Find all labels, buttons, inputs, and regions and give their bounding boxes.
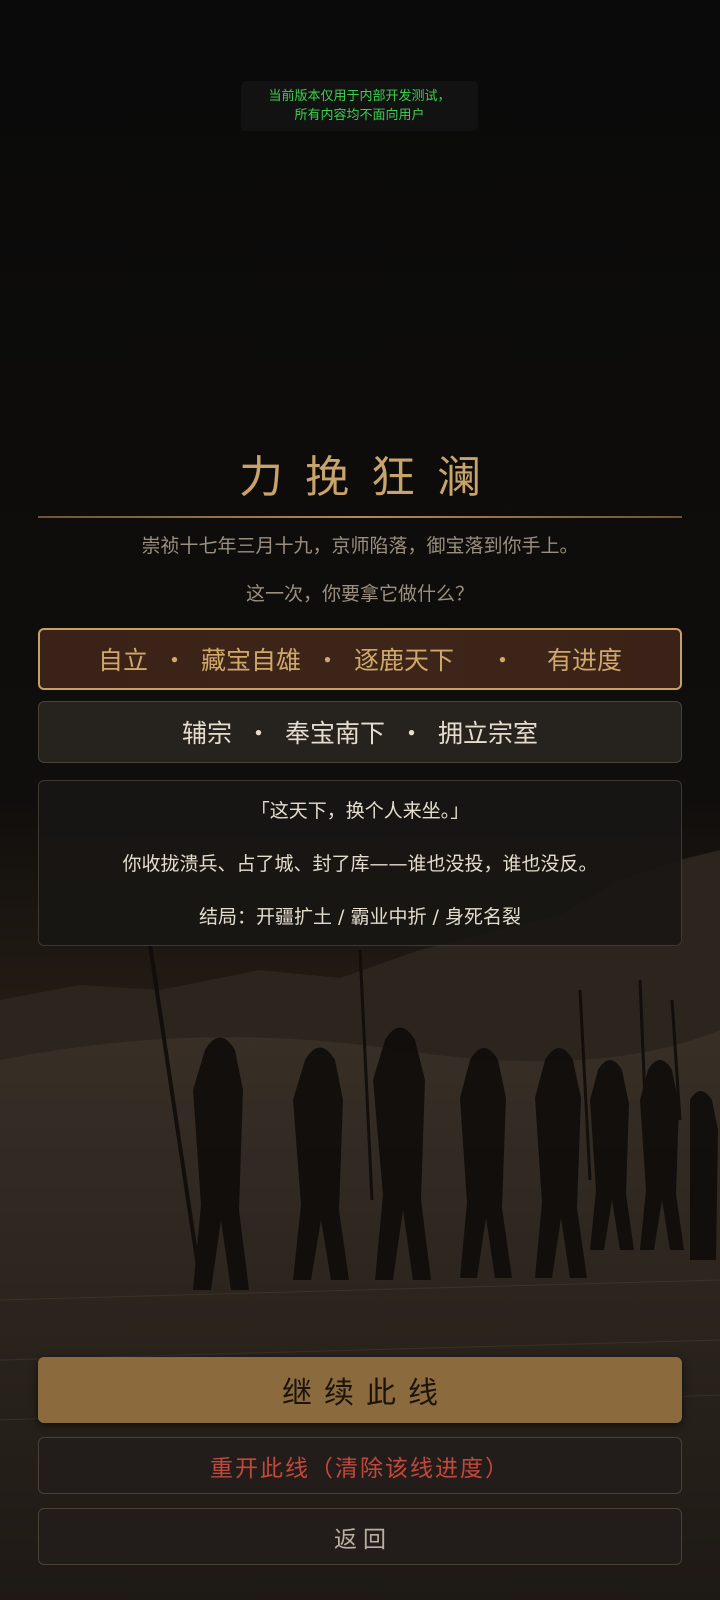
route-label-part: 拥立宗室 [438, 719, 539, 748]
route-label-part: 藏宝自雄 [200, 646, 301, 675]
dev-notice-banner: 当前版本仅用于内部开发测试， 所有内容均不面向用户 [241, 81, 478, 131]
route-label-part: 奉宝南下 [284, 719, 385, 748]
route-quote: 「这天下，换个人来坐。」 [250, 800, 470, 822]
separator-dot: ・ [314, 646, 340, 675]
route-label-part: 自立 [97, 646, 148, 675]
route-detail-panel: 「这天下，换个人来坐。」 你收拢溃兵、占了城、封了库——谁也没投，谁也没反。 结… [38, 780, 682, 946]
restart-route-button[interactable]: 重开此线（清除该线进度） [38, 1437, 682, 1494]
title-divider [38, 516, 682, 518]
route-option-independent[interactable]: 自立 ・ 藏宝自雄 ・ 逐鹿天下 ・ 有进度 [38, 628, 682, 690]
continue-button[interactable]: 继续此线 [38, 1357, 682, 1423]
separator-dot: ・ [399, 719, 425, 748]
route-description: 你收拢溃兵、占了城、封了库——谁也没投，谁也没反。 [122, 853, 598, 875]
progress-badge: 有进度 [547, 646, 623, 675]
separator-dot: ・ [490, 646, 516, 675]
separator-dot: ・ [245, 719, 271, 748]
route-label-part: 辅宗 [181, 719, 232, 748]
choice-prompt: 这一次，你要拿它做什么？ [245, 583, 474, 605]
dev-notice-line2: 所有内容均不面向用户 [294, 108, 425, 123]
story-intro: 崇祯十七年三月十九，京师陷落，御宝落到你手上。 [141, 535, 579, 557]
route-select-screen: 当前版本仅用于内部开发测试， 所有内容均不面向用户 力挽狂澜 崇祯十七年三月十九… [0, 0, 720, 1600]
route-endings: 结局：开疆扩土 / 霸业中折 / 身死名裂 [199, 906, 521, 928]
dev-notice-line1: 当前版本仅用于内部开发测试， [268, 89, 451, 104]
back-button[interactable]: 返回 [38, 1508, 682, 1565]
route-label-part: 逐鹿天下 [354, 646, 455, 675]
separator-dot: ・ [161, 646, 187, 675]
page-title: 力挽狂澜 [239, 452, 503, 503]
route-option-support-clan[interactable]: 辅宗 ・ 奉宝南下 ・ 拥立宗室 [38, 701, 682, 763]
